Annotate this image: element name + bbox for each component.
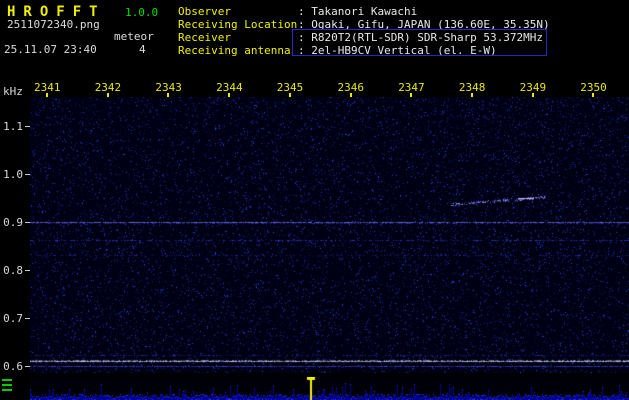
level-scale-dash [2,389,12,391]
freq-tick-label: 0.6 [3,360,23,373]
info-value: : 2el-HB9CV Vertical (el. E-W) [298,44,497,57]
level-scale-marks [2,379,12,394]
freq-tick-label: 1.0 [3,168,23,181]
time-axis: 2341 2342 2343 2344 2345 2346 2347 2348 2349 2350 [0,81,629,97]
hrofft-window: HROFFT 1.0.0 2511072340.png meteor 4 25.… [0,0,629,400]
info-value: : Takanori Kawachi [298,5,418,18]
station-info: Observer : Takanori Kawachi Receiving Loc… [178,5,550,57]
signal-level-canvas [30,377,629,400]
mode-label: meteor [114,30,154,43]
app-version: 1.0.0 [125,6,159,19]
info-value: : R820T2(RTL-SDR) SDR-Sharp 53.372MHz [298,31,544,44]
level-scale-dash [2,384,12,386]
info-label: Receiving Location [178,18,298,31]
freq-tick-label: 0.9 [3,216,23,229]
echo-count: 4 [139,43,146,56]
info-row-antenna: Receiving antenna : 2el-HB9CV Vertical (e… [178,44,550,57]
spectrogram-canvas [30,97,629,373]
info-row-receiver: Receiver : R820T2(RTL-SDR) SDR-Sharp 53.3… [178,31,550,44]
freq-tick-label: 0.7 [3,312,23,325]
freq-tick-label: 1.1 [3,120,23,133]
info-value: : Ogaki, Gifu, JAPAN (136.60E, 35.35N) [298,18,550,31]
info-label: Receiving antenna [178,44,291,57]
info-label: Receiver [178,31,231,44]
freq-axis: 1.1 1.0 0.9 0.8 0.7 0.6 [0,0,30,400]
info-label: Observer [178,5,231,18]
info-row-observer: Observer : Takanori Kawachi [178,5,550,18]
info-row-location: Receiving Location: Ogaki, Gifu, JAPAN (… [178,18,550,31]
freq-tick-label: 0.8 [3,264,23,277]
level-scale-dash [2,379,12,381]
